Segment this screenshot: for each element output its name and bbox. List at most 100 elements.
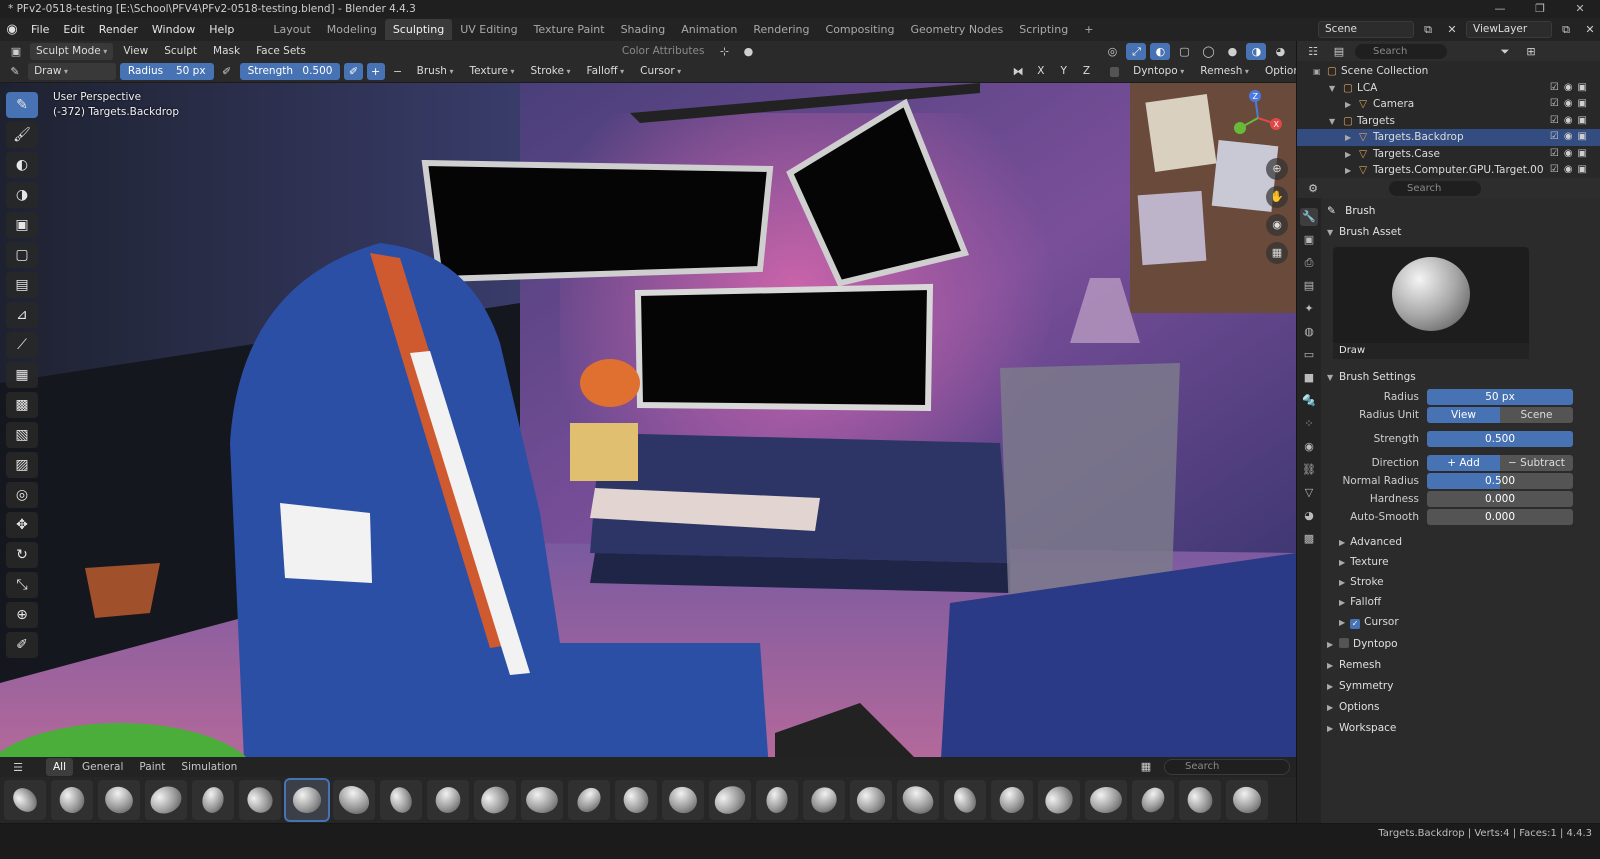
draw-tool-icon[interactable]: ✎ xyxy=(6,92,38,118)
outliner-row[interactable]: ▶ ▽ Targets.Backdrop ☑◉▣ xyxy=(1297,129,1600,146)
brush-thumbnail[interactable] xyxy=(803,780,845,820)
color-filter-tool-icon[interactable]: ▧ xyxy=(6,422,38,448)
direction-add-button[interactable]: + Add xyxy=(1427,455,1500,471)
mode-selector[interactable]: Sculpt Mode xyxy=(30,42,114,60)
tab-modeling[interactable]: Modeling xyxy=(319,19,385,40)
outliner-row[interactable]: ▼ ▢ LCA ☑◉▣ xyxy=(1297,80,1600,97)
texture-subpanel[interactable]: ▶ Texture xyxy=(1327,552,1595,572)
brush-thumbnail[interactable] xyxy=(380,780,422,820)
brush-thumbnail[interactable] xyxy=(192,780,234,820)
menu-help[interactable]: Help xyxy=(202,18,241,41)
expand-arrow-icon[interactable]: ▶ xyxy=(1345,97,1359,114)
display-mode-icon[interactable]: ▤ xyxy=(1329,43,1349,60)
texture-tab-icon[interactable]: ▩ xyxy=(1300,530,1318,548)
rendered-shading-icon[interactable]: ◕ xyxy=(1270,43,1290,60)
radius-slider[interactable]: Radius 50 px xyxy=(119,63,214,80)
xray-icon[interactable]: ▢ xyxy=(1174,43,1194,60)
scene-tab-icon[interactable]: ✦ xyxy=(1300,300,1318,318)
brush-thumbnail[interactable] xyxy=(333,780,375,820)
asset-tab-general[interactable]: General xyxy=(75,758,130,776)
mask-by-color-tool-icon[interactable]: ◎ xyxy=(6,482,38,508)
cursor-checkbox[interactable]: ✓ xyxy=(1350,619,1361,629)
menu-window[interactable]: Window xyxy=(145,18,202,41)
stroke-subpanel[interactable]: ▶ Stroke xyxy=(1327,572,1595,592)
visibility-eye-icon[interactable]: ☑◉▣ xyxy=(1550,146,1592,163)
tab-geometry-nodes[interactable]: Geometry Nodes xyxy=(902,19,1011,40)
falloff-subpanel[interactable]: ▶ Falloff xyxy=(1327,592,1595,612)
radius-unit-scene-button[interactable]: Scene xyxy=(1500,407,1573,423)
menu-render[interactable]: Render xyxy=(92,18,145,41)
editor-type-icon[interactable]: ▣ xyxy=(6,43,26,60)
hamburger-menu-icon[interactable]: ☰ xyxy=(8,759,28,776)
new-scene-icon[interactable]: ⧉ xyxy=(1418,21,1438,38)
tab-animation[interactable]: Animation xyxy=(673,19,745,40)
brush-thumbnail[interactable] xyxy=(991,780,1033,820)
collection-icon[interactable]: ▣ xyxy=(1313,64,1327,81)
constraints-tab-icon[interactable]: ⛓ xyxy=(1300,461,1318,479)
tab-sculpting[interactable]: Sculpting xyxy=(384,19,453,40)
brush-thumbnail[interactable] xyxy=(427,780,469,820)
radius-pressure-icon[interactable]: ✐ xyxy=(218,63,236,80)
direction-subtract-icon[interactable]: − xyxy=(389,63,407,80)
delete-scene-icon[interactable]: ✕ xyxy=(1442,21,1462,38)
data-tab-icon[interactable]: ▽ xyxy=(1300,484,1318,502)
brush-asset-preview[interactable]: Draw xyxy=(1333,247,1529,359)
world-tab-icon[interactable]: ◍ xyxy=(1300,323,1318,341)
collection-tab-icon[interactable]: ▭ xyxy=(1300,346,1318,364)
brush-thumbnail[interactable] xyxy=(615,780,657,820)
move-tool-icon[interactable]: ✥ xyxy=(6,512,38,538)
brush-thumbnail[interactable] xyxy=(662,780,704,820)
modifier-tab-icon[interactable]: 🔩 xyxy=(1300,392,1318,410)
tab-layout[interactable]: Layout xyxy=(265,19,318,40)
dyntopo-panel-header[interactable]: ▶ Dyntopo xyxy=(1327,634,1595,655)
view-layer-tab-icon[interactable]: ▤ xyxy=(1300,277,1318,295)
direction-subtract-button[interactable]: − Subtract xyxy=(1500,455,1573,471)
dyntopo-menu[interactable]: Dyntopo xyxy=(1127,63,1190,80)
cursor-subpanel[interactable]: ▶ ✓ Cursor xyxy=(1327,612,1595,632)
menu-sculpt[interactable]: Sculpt xyxy=(158,43,203,60)
tab-texture-paint[interactable]: Texture Paint xyxy=(526,19,613,40)
dyntopo-checkbox[interactable] xyxy=(1110,66,1120,77)
expand-arrow-icon[interactable]: ▶ xyxy=(1345,147,1359,164)
visibility-eye-icon[interactable]: ☑◉▣ xyxy=(1550,129,1592,146)
brush-menu[interactable]: Brush xyxy=(411,63,460,80)
symmetry-icon[interactable]: ⧓ xyxy=(1009,63,1027,80)
transform-pivot-icon[interactable]: ⊹ xyxy=(714,43,734,60)
navigation-gizmo[interactable]: Z X xyxy=(1228,88,1288,148)
brush-thumbnail[interactable] xyxy=(284,778,330,822)
blender-logo-icon[interactable]: ◉ xyxy=(0,22,24,37)
view-layer-field[interactable]: ViewLayer xyxy=(1466,21,1552,38)
visibility-eye-icon[interactable]: ☑◉▣ xyxy=(1550,96,1592,113)
add-workspace-icon[interactable]: + xyxy=(1076,19,1101,40)
brush-thumbnail[interactable] xyxy=(4,780,46,820)
stroke-menu[interactable]: Stroke xyxy=(525,63,577,80)
workspace-panel-header[interactable]: ▶ Workspace xyxy=(1327,718,1595,739)
tab-shading[interactable]: Shading xyxy=(613,19,674,40)
new-collection-icon[interactable]: ⊞ xyxy=(1521,43,1541,60)
material-shading-icon[interactable]: ◑ xyxy=(1246,42,1267,60)
menu-view[interactable]: View xyxy=(117,43,154,60)
mesh-filter-tool-icon[interactable]: ▦ xyxy=(6,362,38,388)
remesh-menu[interactable]: Remesh xyxy=(1194,63,1255,80)
box-trim-tool-icon[interactable]: ⊿ xyxy=(6,302,38,328)
asset-tab-paint[interactable]: Paint xyxy=(132,758,172,776)
remesh-panel-header[interactable]: ▶ Remesh xyxy=(1327,655,1595,676)
brush-asset-panel-header[interactable]: ▼ Brush Asset xyxy=(1327,222,1595,243)
box-mask-tool-icon[interactable]: ▣ xyxy=(6,212,38,238)
scale-tool-icon[interactable]: ⤡ xyxy=(6,572,38,598)
output-tab-icon[interactable]: ⎙ xyxy=(1300,254,1318,272)
rotate-tool-icon[interactable]: ↻ xyxy=(6,542,38,568)
brush-thumbnail[interactable] xyxy=(1085,780,1127,820)
tab-compositing[interactable]: Compositing xyxy=(818,19,903,40)
ortho-grid-icon[interactable]: ▦ xyxy=(1266,242,1288,264)
outliner-row[interactable]: ▶ ▽ Camera ☑◉▣ xyxy=(1297,96,1600,113)
draw-face-sets-tool-icon[interactable]: ◑ xyxy=(6,182,38,208)
brush-thumbnail[interactable] xyxy=(1038,780,1080,820)
brush-thumbnail[interactable] xyxy=(709,780,751,820)
cloth-filter-tool-icon[interactable]: ▩ xyxy=(6,392,38,418)
properties-search-input[interactable]: Search xyxy=(1389,180,1481,196)
brush-settings-panel-header[interactable]: ▼ Brush Settings xyxy=(1327,367,1595,388)
advanced-subpanel[interactable]: ▶ Advanced xyxy=(1327,532,1595,552)
brush-thumbnail[interactable] xyxy=(756,780,798,820)
annotate-tool-icon[interactable]: ✐ xyxy=(6,632,38,658)
